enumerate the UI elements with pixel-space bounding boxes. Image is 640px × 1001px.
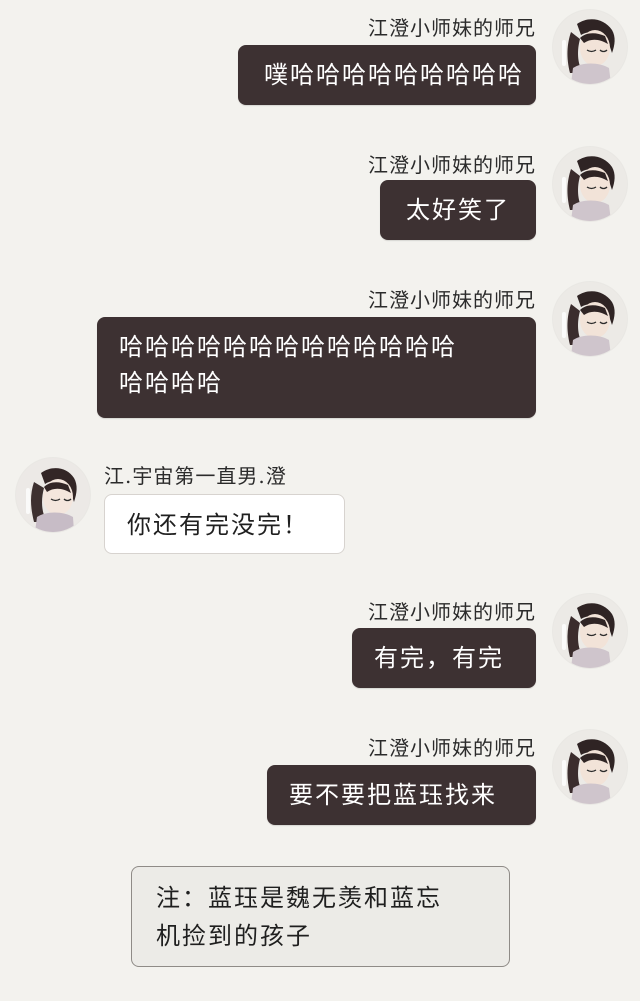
sender-name: 江澄小师妹的师兄 — [368, 153, 536, 177]
message-text: 有完，有完 — [374, 644, 504, 672]
message-text: 噗哈哈哈哈哈哈哈哈哈 — [264, 61, 524, 89]
avatar-image — [16, 458, 90, 532]
message-bubble[interactable]: 哈哈哈哈哈哈哈哈哈哈哈哈哈 哈哈哈哈 — [97, 317, 536, 418]
note-line-1: 注：蓝珏是魏无羡和蓝忘 — [156, 884, 442, 912]
message-bubble[interactable]: 噗哈哈哈哈哈哈哈哈哈 — [238, 45, 536, 105]
avatar-image — [553, 282, 627, 356]
sender-name: 江.宇宙第一直男.澄 — [104, 464, 287, 488]
avatar-image — [553, 594, 627, 668]
sender-name: 江澄小师妹的师兄 — [368, 16, 536, 40]
sender-name: 江澄小师妹的师兄 — [368, 736, 536, 760]
message-text: 要不要把蓝珏找来 — [289, 781, 497, 809]
annotation-note: 注：蓝珏是魏无羡和蓝忘 机捡到的孩子 — [131, 866, 510, 967]
message-text-line-2: 哈哈哈哈 — [119, 369, 223, 397]
avatar-image — [553, 147, 627, 221]
avatar[interactable] — [16, 458, 90, 532]
message-bubble[interactable]: 有完，有完 — [352, 628, 536, 688]
message-bubble[interactable]: 要不要把蓝珏找来 — [267, 765, 536, 825]
sender-name: 江澄小师妹的师兄 — [368, 600, 536, 624]
message-text: 太好笑了 — [406, 196, 510, 224]
chat-history: 江澄小师妹的师兄 噗哈哈哈哈哈哈哈哈哈 江澄小师妹的师兄 太好笑了 江澄小师妹的… — [0, 0, 640, 1001]
message-bubble[interactable]: 太好笑了 — [380, 180, 536, 240]
note-line-2: 机捡到的孩子 — [156, 922, 312, 950]
avatar[interactable] — [553, 10, 627, 84]
message-text: 你还有完没完！ — [127, 511, 309, 539]
avatar[interactable] — [553, 147, 627, 221]
message-text-line-1: 哈哈哈哈哈哈哈哈哈哈哈哈哈 — [119, 333, 457, 361]
message-bubble[interactable]: 你还有完没完！ — [104, 494, 345, 554]
avatar-image — [553, 730, 627, 804]
avatar[interactable] — [553, 594, 627, 668]
avatar[interactable] — [553, 730, 627, 804]
avatar[interactable] — [553, 282, 627, 356]
sender-name: 江澄小师妹的师兄 — [368, 288, 536, 312]
avatar-image — [553, 10, 627, 84]
